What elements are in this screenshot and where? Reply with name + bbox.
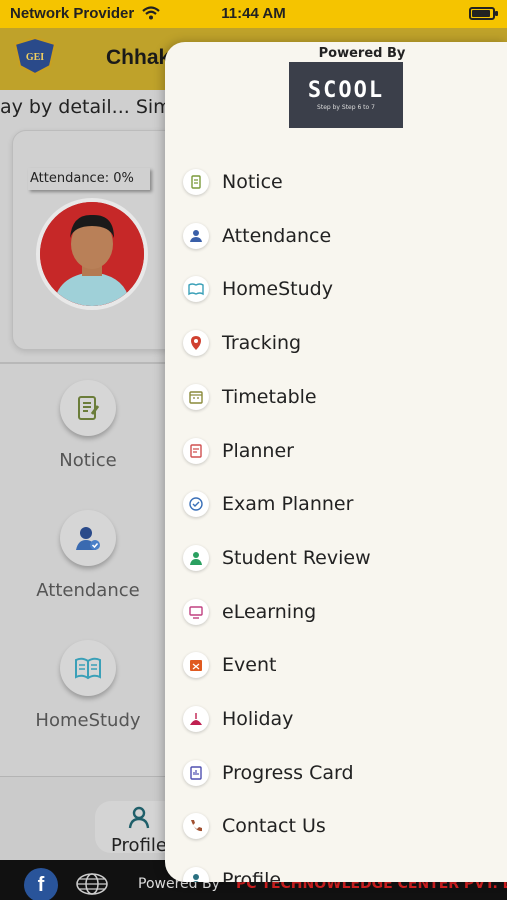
clock: 11:44 AM xyxy=(221,5,286,22)
dashboard-attendance[interactable]: Attendance xyxy=(0,510,176,601)
scool-logo: SCOOL Step by Step 6 to 7 xyxy=(289,62,403,128)
avatar-photo xyxy=(40,202,144,306)
svg-text:GEI: GEI xyxy=(26,52,44,63)
drawer-item-student-review[interactable]: Student Review xyxy=(183,538,483,578)
news-ticker: ay by detail... Simp xyxy=(0,96,184,118)
drawer-item-notice[interactable]: Notice xyxy=(183,162,483,202)
drawer-item-label: eLearning xyxy=(222,600,317,623)
profile-icon xyxy=(128,806,150,829)
drawer-item-label: Exam Planner xyxy=(222,493,354,516)
exam-icon xyxy=(183,491,209,518)
drawer-item-label: Tracking xyxy=(222,332,302,355)
dashboard-label: Notice xyxy=(59,450,117,471)
planner-icon xyxy=(183,437,209,464)
dashboard-label: Attendance xyxy=(36,580,140,601)
status-bar: Network Provider 11:44 AM xyxy=(0,0,507,28)
drawer-item-label: Planner xyxy=(222,439,294,462)
app-title: Chhak xyxy=(106,46,171,69)
battery-icon xyxy=(469,7,498,20)
drawer-item-label: Profile xyxy=(222,869,282,882)
drawer-item-tracking[interactable]: Tracking xyxy=(183,323,483,363)
drawer-item-planner[interactable]: Planner xyxy=(183,431,483,471)
drawer-powered-by: Powered By xyxy=(318,46,406,61)
drawer-item-label: Student Review xyxy=(222,546,371,569)
review-icon xyxy=(183,544,209,571)
brand-word: SCOOL xyxy=(307,78,385,103)
timetable-icon xyxy=(183,383,209,410)
notice-icon xyxy=(183,169,209,195)
dashboard-notice[interactable]: Notice xyxy=(0,380,176,471)
notice-icon xyxy=(60,380,116,436)
book-icon xyxy=(183,276,209,303)
avatar[interactable] xyxy=(36,198,148,310)
elearning-icon xyxy=(183,598,209,625)
event-icon xyxy=(183,652,209,679)
brand-tag: Step by Step 6 to 7 xyxy=(317,104,375,111)
attendance-icon xyxy=(60,510,116,566)
facebook-icon[interactable]: f xyxy=(24,868,58,900)
drawer-item-progress-card[interactable]: Progress Card xyxy=(183,753,483,793)
drawer-item-timetable[interactable]: Timetable xyxy=(183,377,483,417)
dashboard-homestudy[interactable]: HomeStudy xyxy=(0,640,176,731)
drawer-item-attendance[interactable]: Attendance xyxy=(183,216,483,256)
drawer-item-label: HomeStudy xyxy=(222,278,333,301)
drawer-item-label: Holiday xyxy=(222,708,294,730)
progress-card-icon xyxy=(183,759,209,786)
attendance-badge: Attendance: 0% xyxy=(28,168,150,190)
drawer-item-holiday[interactable]: Holiday xyxy=(183,699,483,739)
drawer-item-contact-us[interactable]: Contact Us xyxy=(183,806,483,846)
divider xyxy=(0,362,180,364)
drawer-item-elearning[interactable]: eLearning xyxy=(183,592,483,632)
location-pin-icon xyxy=(183,330,209,357)
drawer-item-label: Attendance xyxy=(222,224,332,247)
drawer-item-label: Progress Card xyxy=(222,761,354,784)
phone-icon xyxy=(183,813,209,840)
drawer-item-exam-planner[interactable]: Exam Planner xyxy=(183,484,483,524)
drawer-item-homestudy[interactable]: HomeStudy xyxy=(183,269,483,309)
holiday-icon xyxy=(183,706,209,732)
drawer-item-label: Contact Us xyxy=(222,815,326,838)
drawer-item-label: Timetable xyxy=(222,385,317,408)
homestudy-icon xyxy=(60,640,116,696)
navigation-drawer: Powered By SCOOL Step by Step 6 to 7 Not… xyxy=(165,42,507,882)
drawer-item-event[interactable]: Event xyxy=(183,645,483,685)
drawer-item-profile[interactable]: Profile xyxy=(183,860,483,882)
drawer-item-label: Event xyxy=(222,654,277,677)
globe-icon[interactable] xyxy=(76,872,108,896)
dashboard-label: HomeStudy xyxy=(35,710,141,731)
drawer-item-label: Notice xyxy=(222,171,283,193)
attendance-icon xyxy=(183,222,209,249)
profile-icon xyxy=(183,867,209,882)
school-logo: GEI xyxy=(13,36,57,76)
